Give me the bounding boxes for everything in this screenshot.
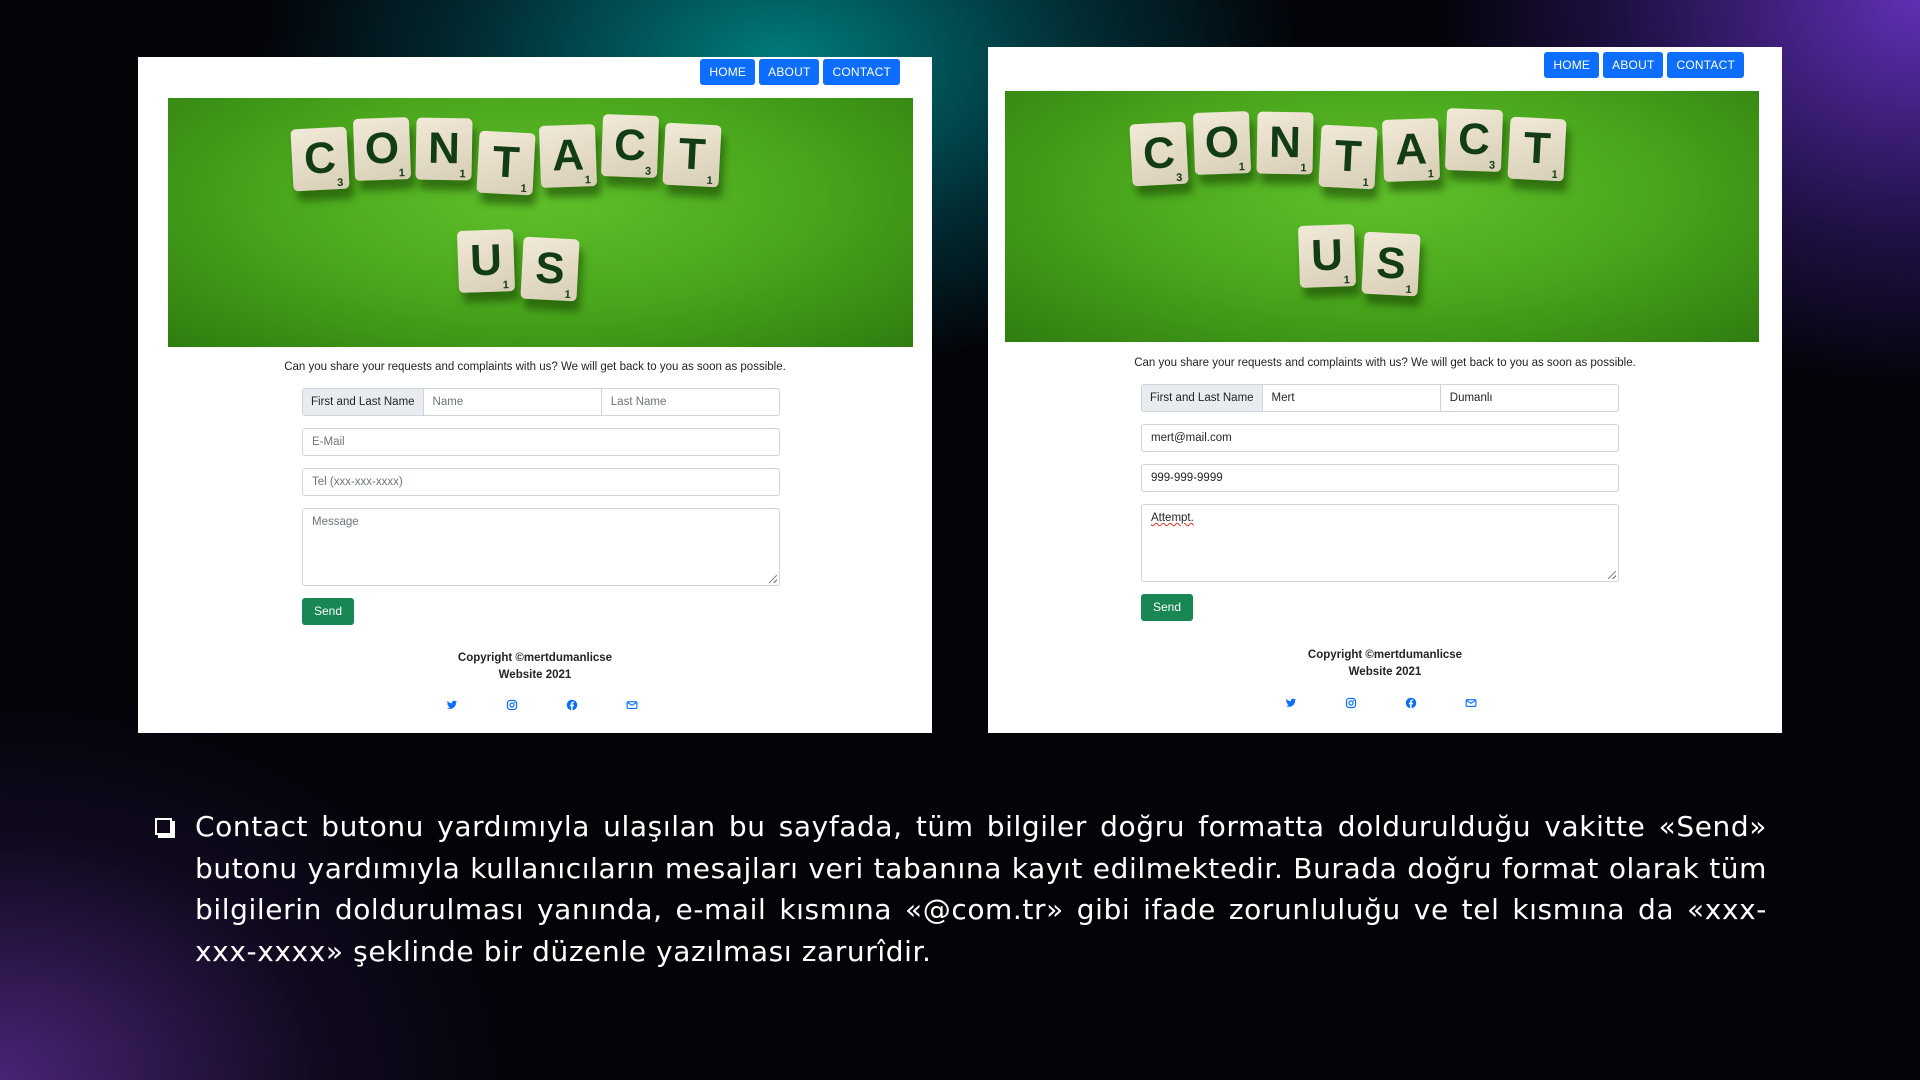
copyright-text: Copyright ©mertdumanlicse [457, 652, 613, 664]
letter-tile: A1 [1381, 118, 1441, 182]
intro-text: Can you share your requests and complain… [284, 361, 786, 373]
twitter-icon[interactable] [1285, 697, 1297, 709]
letter-tile: C3 [1444, 108, 1504, 172]
footer: Copyright ©mertdumanlicse Website 2021 [138, 650, 932, 684]
resize-handle-icon[interactable] [769, 575, 777, 583]
website-year-text: Website 2021 [498, 669, 572, 681]
twitter-icon[interactable] [446, 699, 458, 711]
send-button[interactable]: Send [302, 598, 355, 625]
copyright-text: Copyright ©mertdumanlicse [1307, 649, 1463, 661]
message-textarea[interactable]: Message [302, 508, 780, 586]
nav-contact-button[interactable]: CONTACT [823, 59, 900, 85]
last-name-input[interactable]: Last Name [600, 389, 779, 415]
checkbox-bullet-icon [155, 818, 172, 835]
email-input[interactable]: mert@mail.com [1141, 424, 1619, 452]
letter-tile: S1 [1361, 231, 1421, 297]
letter-tile: O1 [1192, 111, 1252, 175]
tel-input[interactable]: 999-999-9999 [1141, 464, 1619, 492]
message-placeholder: Message [312, 516, 359, 528]
letter-tile: N1 [415, 117, 473, 181]
website-year-text: Website 2021 [1348, 666, 1422, 678]
contact-form: First and Last Name Name Last Name E-Mai… [302, 388, 780, 625]
send-button[interactable]: Send [1141, 594, 1194, 621]
letter-tile: A1 [538, 124, 598, 188]
navbar: HOME ABOUT CONTACT [700, 59, 900, 85]
letter-tile: T1 [476, 130, 536, 196]
tel-input[interactable]: Tel (xxx-xxx-xxxx) [302, 468, 780, 496]
social-links [1285, 697, 1477, 709]
letter-tile: T1 [1318, 124, 1378, 190]
instagram-icon[interactable] [506, 699, 518, 711]
first-name-input[interactable]: Mert [1263, 385, 1440, 411]
nav-contact-button[interactable]: CONTACT [1667, 52, 1744, 78]
name-label: First and Last Name [1142, 385, 1263, 411]
name-label: First and Last Name [303, 389, 424, 415]
nav-home-button[interactable]: HOME [700, 59, 756, 85]
letter-tile: C3 [290, 126, 350, 192]
last-name-input[interactable]: Dumanlı [1439, 385, 1618, 411]
nav-about-button[interactable]: ABOUT [759, 59, 820, 85]
instagram-icon[interactable] [1345, 697, 1357, 709]
slide-caption: Contact butonu yardımıyla ulaşılan bu sa… [195, 810, 1767, 968]
facebook-icon[interactable] [1405, 697, 1417, 709]
resize-handle-icon[interactable] [1608, 571, 1616, 579]
letter-tile: N1 [1256, 111, 1314, 175]
contact-us-hero-image: C3 O1 N1 T1 A1 C3 T1 U1 S1 [1005, 91, 1759, 342]
letter-tile: S1 [520, 236, 580, 302]
message-textarea[interactable]: Attempt. [1141, 504, 1619, 582]
mail-icon[interactable] [626, 699, 638, 711]
letter-tile: T1 [1507, 116, 1567, 182]
navbar: HOME ABOUT CONTACT [1544, 52, 1744, 78]
facebook-icon[interactable] [566, 699, 578, 711]
letter-tile: T1 [662, 122, 722, 188]
screenshot-empty-form: HOME ABOUT CONTACT C3 O1 N1 T1 A1 C3 T1 … [138, 57, 932, 733]
letter-tile: U1 [456, 229, 516, 293]
name-row: First and Last Name Name Last Name [302, 388, 780, 416]
social-links [446, 699, 638, 711]
name-row: First and Last Name Mert Dumanlı [1141, 384, 1619, 412]
mail-icon[interactable] [1465, 697, 1477, 709]
contact-form: First and Last Name Mert Dumanlı mert@ma… [1141, 384, 1619, 621]
nav-home-button[interactable]: HOME [1544, 52, 1600, 78]
footer: Copyright ©mertdumanlicse Website 2021 [988, 647, 1782, 681]
letter-tile: U1 [1297, 224, 1357, 288]
letter-tile: C3 [1129, 121, 1189, 187]
letter-tile: O1 [352, 117, 412, 181]
message-value: Attempt. [1151, 512, 1194, 524]
letter-tile: C3 [600, 114, 660, 178]
email-input[interactable]: E-Mail [302, 428, 780, 456]
first-name-input[interactable]: Name [424, 389, 601, 415]
contact-us-hero-image: C3 O1 N1 T1 A1 C3 T1 U1 S1 [168, 98, 913, 347]
screenshot-filled-form: HOME ABOUT CONTACT C3 O1 N1 T1 A1 C3 T1 … [988, 47, 1782, 733]
intro-text: Can you share your requests and complain… [1134, 357, 1636, 369]
nav-about-button[interactable]: ABOUT [1603, 52, 1664, 78]
